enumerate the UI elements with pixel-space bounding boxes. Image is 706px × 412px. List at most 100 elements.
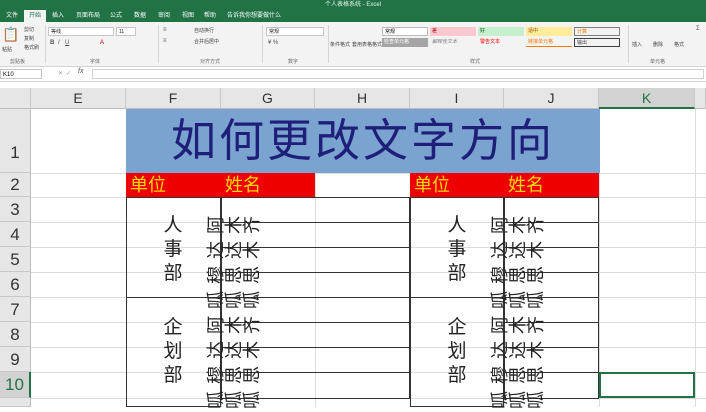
cut-button[interactable]: 剪切: [24, 26, 34, 33]
style-warning[interactable]: 警告文本: [478, 38, 524, 47]
header-unit-left[interactable]: 单位: [126, 173, 221, 197]
bold-icon[interactable]: B: [50, 40, 54, 46]
style-bad[interactable]: 差: [430, 27, 476, 36]
tab-view[interactable]: 视图: [178, 10, 198, 22]
tab-review[interactable]: 审阅: [154, 10, 174, 22]
column-header[interactable]: F: [126, 88, 221, 109]
dept-char: 企: [447, 316, 467, 338]
column-header[interactable]: G: [221, 88, 315, 109]
header-unit-right[interactable]: 单位: [410, 173, 504, 197]
row-header[interactable]: 2: [0, 173, 31, 197]
column-header[interactable]: I: [410, 88, 504, 109]
dept-char: 人: [163, 214, 183, 236]
cancel-icon[interactable]: ✕: [58, 70, 63, 77]
font-name-select[interactable]: 等线: [48, 27, 114, 36]
align-left-icon[interactable]: ≡: [163, 38, 167, 44]
format-painter-button[interactable]: 格式刷: [24, 44, 39, 51]
conditional-format-button[interactable]: 条件格式: [330, 41, 350, 48]
name-cell: 达达木: [206, 341, 260, 362]
style-linked-cell[interactable]: 链接单元格: [526, 38, 572, 47]
tab-file[interactable]: 文件: [2, 10, 22, 22]
select-all-corner[interactable]: [0, 88, 31, 109]
tab-insert[interactable]: 插入: [48, 10, 68, 22]
style-good[interactable]: 好: [478, 27, 524, 36]
style-explanatory[interactable]: 解释性文本: [430, 38, 476, 47]
row-header[interactable]: 6: [0, 272, 31, 297]
name-cell: 阿木齐: [490, 316, 544, 337]
format-table-button[interactable]: 套用表格格式: [352, 41, 382, 48]
insert-function-icon[interactable]: fx: [78, 68, 83, 75]
dept-char: 人: [447, 214, 467, 236]
column-header[interactable]: J: [504, 88, 599, 109]
row-header[interactable]: 9: [0, 347, 31, 372]
name-cell: 呱呱呱: [206, 391, 260, 412]
align-top-icon[interactable]: ≡: [163, 27, 167, 33]
style-calculation[interactable]: 计算: [574, 27, 620, 36]
dept-char: 部: [163, 364, 183, 386]
style-neutral[interactable]: 适中: [526, 27, 572, 36]
row-header[interactable]: 7: [0, 297, 31, 322]
name-cell: 穆思思: [490, 366, 544, 387]
font-size-select[interactable]: 11: [116, 27, 136, 36]
header-name-right[interactable]: 姓名: [504, 173, 599, 197]
autosum-icon[interactable]: Σ: [696, 26, 700, 32]
tell-me-search[interactable]: 告诉我你想要做什么: [224, 10, 284, 22]
format-cells-button[interactable]: 格式: [674, 41, 684, 48]
ribbon-tabs: 文件 开始 插入 页面布局 公式 数据 审阅 视图 帮助 告诉我你想要做什么: [0, 10, 706, 22]
tab-home[interactable]: 开始: [24, 10, 46, 22]
row-header[interactable]: 8: [0, 322, 31, 347]
name-cell: 阿木齐: [490, 216, 544, 237]
dept-char: 部: [447, 364, 467, 386]
formula-bar: K10 ✕ ✓ fx: [0, 67, 706, 82]
row-header[interactable]: [0, 398, 31, 407]
gridline: [695, 109, 696, 407]
dept-char: 部: [447, 262, 467, 284]
tab-formulas[interactable]: 公式: [106, 10, 126, 22]
row-header[interactable]: 10: [0, 372, 31, 398]
underline-icon[interactable]: U: [65, 40, 69, 46]
column-header[interactable]: K: [599, 88, 695, 109]
row-header[interactable]: 3: [0, 197, 31, 222]
active-cell-k10[interactable]: [599, 372, 695, 398]
copy-button[interactable]: 复制: [24, 35, 34, 42]
dept-char: 部: [163, 262, 183, 284]
name-cell: 呱呱呱: [490, 391, 544, 412]
row-header[interactable]: 4: [0, 222, 31, 247]
column-header[interactable]: [695, 88, 706, 109]
name-cell: 达达木: [490, 241, 544, 262]
group-font: 字体: [90, 59, 101, 65]
name-box[interactable]: K10: [0, 69, 42, 79]
row-header[interactable]: 5: [0, 247, 31, 272]
column-header[interactable]: E: [31, 88, 126, 109]
dept-char: 企: [163, 316, 183, 338]
group-cells: 单元格: [650, 59, 666, 65]
sheet-title-cell[interactable]: 如何更改文字方向: [126, 109, 600, 173]
tab-help[interactable]: 帮助: [200, 10, 220, 22]
divider: [158, 25, 159, 63]
tab-data[interactable]: 数据: [130, 10, 150, 22]
enter-icon[interactable]: ✓: [66, 70, 71, 77]
wrap-text-button[interactable]: 自动换行: [194, 27, 214, 34]
divider: [262, 25, 263, 63]
name-cell: 达达木: [206, 241, 260, 262]
paste-icon[interactable]: 📋: [2, 26, 19, 43]
font-color-icon[interactable]: A: [100, 40, 104, 46]
insert-cells-button[interactable]: 插入: [632, 41, 642, 48]
currency-icon[interactable]: ¥ %: [268, 40, 278, 46]
formula-input[interactable]: [92, 69, 704, 79]
style-output[interactable]: 输出: [574, 38, 620, 47]
style-check-cell[interactable]: 检查单元格: [382, 38, 428, 47]
number-format-select[interactable]: 常规: [266, 27, 324, 36]
merge-center-button[interactable]: 合并后居中: [194, 38, 219, 45]
delete-cells-button[interactable]: 删除: [653, 41, 663, 48]
name-cell: 阿木齐: [206, 216, 260, 237]
column-header[interactable]: H: [315, 88, 410, 109]
row-header[interactable]: 1: [0, 109, 31, 173]
dept-char: 划: [447, 340, 467, 362]
dept-char: 划: [163, 340, 183, 362]
style-normal[interactable]: 常规: [382, 27, 428, 36]
paste-button[interactable]: 粘贴: [2, 46, 12, 53]
header-name-left[interactable]: 姓名: [221, 173, 315, 197]
tab-page-layout[interactable]: 页面布局: [72, 10, 104, 22]
italic-icon[interactable]: I: [58, 40, 60, 46]
